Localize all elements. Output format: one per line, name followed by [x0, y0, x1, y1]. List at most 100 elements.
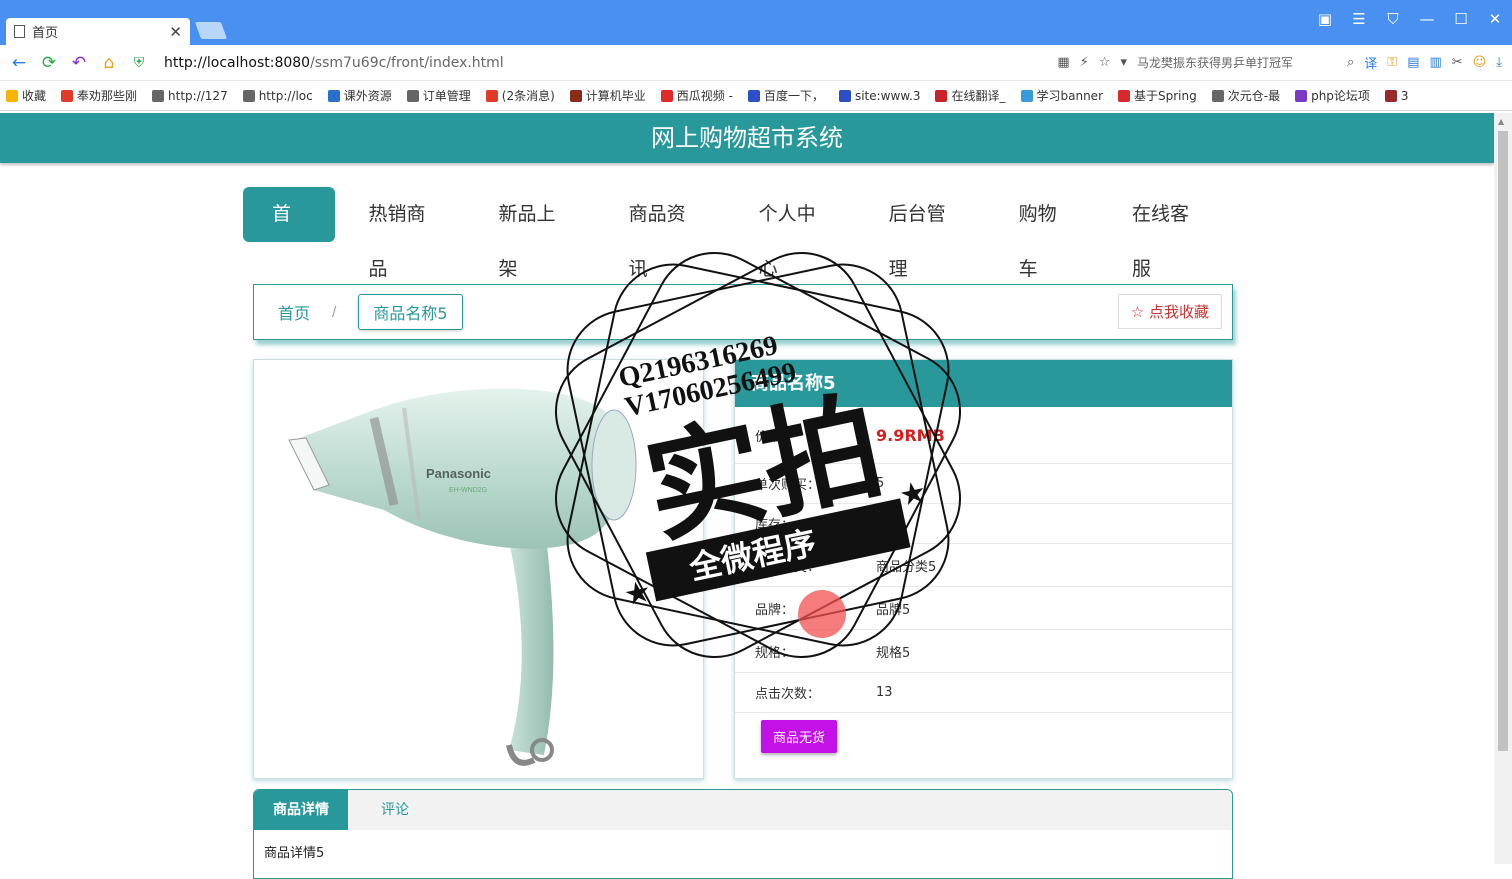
dropdown-icon[interactable]: ▾ [1120, 55, 1127, 70]
breadcrumb-current: 商品名称5 [358, 294, 463, 330]
scrollbar-thumb[interactable] [1498, 131, 1508, 751]
info-value: 9.9RMB [876, 425, 945, 445]
qr-icon[interactable]: ▦ [1057, 55, 1069, 70]
window-icon[interactable]: ▥ [1429, 55, 1441, 70]
bookmark-label: site:www.3 [854, 88, 921, 103]
skin-icon[interactable]: ⛉ [1384, 10, 1402, 28]
browser-titlebar: 首页 ✕ ▣ ☰ ⛉ — ☐ ✕ [0, 0, 1512, 45]
tab-comments[interactable]: 评论 [348, 790, 442, 830]
bookmark-item[interactable]: http://127 [152, 89, 228, 103]
key-icon[interactable]: ⚿ [1387, 55, 1397, 70]
info-row: 单次购买： 5 [735, 464, 1232, 504]
scissors-icon[interactable]: ✂ [1452, 55, 1463, 70]
bookmark-item[interactable]: 3 [1384, 89, 1409, 103]
bookmark-item[interactable]: 学习banner [1020, 87, 1103, 104]
window-controls: ▣ ☰ ⛉ — ☐ ✕ [1316, 10, 1504, 28]
bookmark-icon [838, 89, 851, 102]
nav-item[interactable]: 热销商品 [340, 187, 465, 280]
bookmark-icon [1295, 89, 1308, 102]
browser-tab[interactable]: 首页 ✕ [6, 18, 190, 45]
bookmark-item[interactable]: 课外资源 [327, 87, 392, 104]
url-field[interactable]: http://localhost:8080/ssm7u69c/front/ind… [164, 55, 504, 71]
nav-item[interactable]: 首页 [243, 186, 335, 280]
favorite-button[interactable]: ☆ 点我收藏 [1117, 294, 1222, 329]
nav-item[interactable]: 商品资讯 [600, 187, 725, 280]
bookmark-icon [152, 89, 165, 102]
bookmark-item[interactable]: site:www.3 [838, 88, 921, 103]
scroll-up-icon[interactable]: ▲ [1498, 117, 1504, 126]
new-tab-button[interactable] [194, 22, 228, 39]
download-icon[interactable]: ⤓ [1496, 55, 1502, 70]
sidebar-icon[interactable]: ▣ [1316, 10, 1334, 28]
scrollbar[interactable]: ▲ [1494, 113, 1512, 864]
hair-dryer-image: Panasonic EH-WND2G [288, 388, 637, 766]
bookmark-icon [6, 89, 18, 102]
breadcrumb: 首页 / 商品名称5 ☆ 点我收藏 [253, 284, 1233, 340]
info-value: 品牌5 [876, 602, 911, 618]
detail-content: 商品详情5 [264, 846, 325, 861]
star-icon[interactable]: ☆ [1099, 55, 1111, 70]
breadcrumb-home[interactable]: 首页 [278, 300, 310, 324]
detail-tabs: 商品详情 评论 商品详情5 [253, 789, 1233, 879]
back-icon[interactable]: ← [8, 53, 30, 73]
bookmark-item[interactable]: 百度一下， [747, 87, 824, 104]
brand-label: Panasonic [426, 466, 491, 481]
bookmark-label: 次元仓-最 [1227, 89, 1281, 103]
extension-icon[interactable]: ▤ [1407, 55, 1419, 70]
nav-item[interactable]: 在线客服 [1103, 187, 1228, 280]
nav-item[interactable]: 新品上架 [470, 187, 595, 280]
lightning-icon[interactable]: ⚡ [1080, 55, 1089, 70]
minimize-icon[interactable]: — [1418, 10, 1436, 28]
window-close-icon[interactable]: ✕ [1486, 10, 1504, 28]
bookmark-item[interactable]: 计算机毕业 [569, 87, 646, 104]
bookmark-label: 基于Spring [1134, 89, 1197, 103]
nav-item[interactable]: 购物车 [990, 187, 1098, 280]
tab-details[interactable]: 商品详情 [254, 790, 348, 830]
menu-icon[interactable]: ☰ [1350, 10, 1368, 28]
bookmark-item[interactable]: http://loc [242, 89, 313, 103]
maximize-icon[interactable]: ☐ [1452, 10, 1470, 28]
info-label: 价格： [755, 429, 795, 445]
bookmark-item[interactable]: 订单管理 [406, 87, 471, 104]
info-row: 点击次数： 13 [735, 673, 1232, 713]
bookmark-item[interactable]: 奉劝那些刚 [61, 87, 137, 104]
info-label: 商品分类： [755, 559, 821, 575]
refresh-icon[interactable]: ⟳ [38, 53, 60, 73]
product-info: 商品名称5 价格： 9.9RMB 单次购买： 5 库存： 0 商品分类： 商品分类5 品牌： 品牌… [734, 359, 1233, 779]
out-of-stock-button[interactable]: 商品无货 [761, 720, 837, 753]
bookmark-item[interactable]: 收藏 [6, 87, 46, 104]
nav-item[interactable]: 后台管理 [860, 187, 985, 280]
bookmark-item[interactable]: (2条消息) [485, 87, 555, 104]
bookmark-icon [660, 89, 673, 102]
bookmark-item[interactable]: 基于Spring [1118, 87, 1197, 104]
info-value: 5 [876, 476, 885, 491]
bookmark-icon [327, 89, 340, 102]
info-value: 商品分类5 [876, 559, 937, 575]
search-icon[interactable]: ⌕ [1347, 55, 1354, 70]
bookmark-label: (2条消息) [501, 89, 555, 103]
translate-icon[interactable]: 译 [1364, 53, 1377, 72]
search-input[interactable]: 马龙樊振东获得男乒单打冠军 [1137, 54, 1337, 71]
model-label: EH-WND2G [449, 487, 487, 494]
undo-icon[interactable]: ↶ [68, 53, 90, 73]
emoji-icon[interactable]: ☺ [1473, 55, 1487, 70]
close-icon[interactable]: ✕ [169, 23, 182, 41]
bookmark-item[interactable]: 次元仓-最 [1211, 87, 1281, 104]
bookmark-label: 计算机毕业 [585, 89, 646, 103]
bookmark-item[interactable]: 在线翻译_ [935, 87, 1006, 104]
bookmark-icon [747, 89, 760, 102]
bookmark-icon [485, 89, 498, 102]
bookmark-label: 订单管理 [422, 89, 471, 103]
bookmark-label: 百度一下， [763, 89, 824, 103]
bookmark-item[interactable]: 西瓜视频 - [660, 87, 733, 104]
bookmark-label: 课外资源 [343, 89, 392, 103]
bookmark-item[interactable]: php论坛项 [1295, 87, 1370, 104]
info-label: 规格： [755, 645, 795, 661]
bookmark-label: 在线翻译_ [951, 89, 1006, 103]
bookmark-icon [1211, 89, 1224, 102]
bookmark-label: 收藏 [22, 89, 47, 103]
home-icon[interactable]: ⌂ [98, 53, 120, 73]
bookmark-icon [242, 89, 255, 102]
bookmark-icon [1384, 89, 1397, 102]
nav-item[interactable]: 个人中心 [730, 187, 855, 280]
